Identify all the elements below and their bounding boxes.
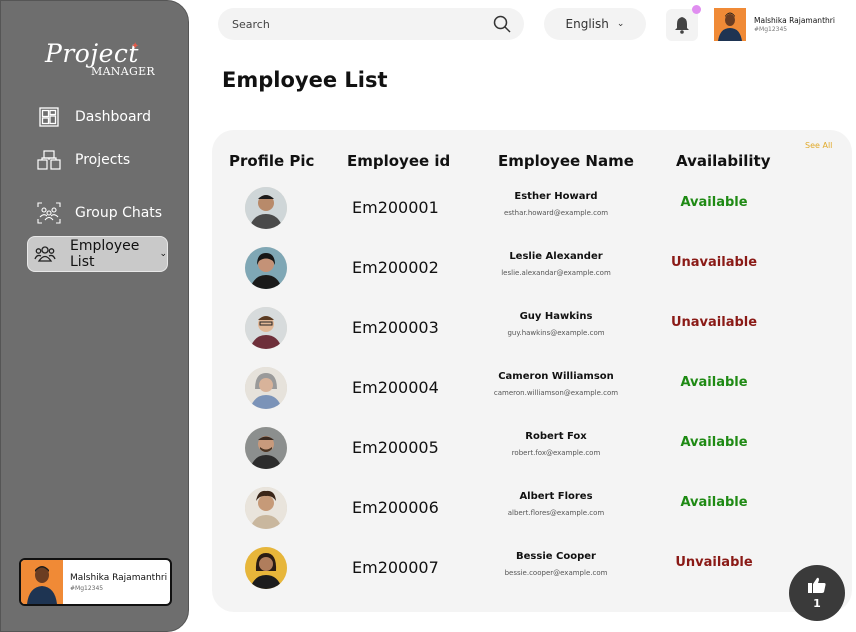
table-row[interactable]: Em200002 Leslie Alexander leslie.alexand… (212, 247, 852, 307)
search-icon[interactable] (492, 14, 512, 38)
avatar (245, 187, 287, 229)
like-count: 1 (813, 597, 821, 610)
sidebar-item-dashboard[interactable]: Dashboard (27, 99, 151, 135)
employee-id: Em200004 (352, 378, 439, 397)
availability-status: Available (680, 375, 748, 390)
column-header-employee-id: Employee id (347, 152, 451, 170)
avatar (245, 307, 287, 349)
employee-email: esthar.howard@example.com (503, 209, 609, 217)
app-logo[interactable]: Project ✦ MANAGER (45, 39, 155, 83)
employee-name: Leslie Alexander (509, 251, 603, 262)
table-row[interactable]: Em200004 Cameron Williamson cameron.will… (212, 367, 852, 427)
avatar (21, 560, 63, 604)
employee-name: Bessie Cooper (516, 551, 596, 562)
avatar (245, 427, 287, 469)
logo-text: Project (45, 39, 139, 68)
search-input[interactable] (232, 17, 482, 31)
sidebar-item-label: Projects (75, 152, 131, 168)
notifications-button[interactable] (666, 5, 701, 41)
availability-status: Available (680, 435, 748, 450)
logo-subtext: MANAGER (91, 65, 155, 78)
user-id: #Mg12345 (754, 25, 788, 33)
availability-status: Available (680, 195, 748, 210)
sidebar-item-label: Employee List (70, 238, 140, 270)
column-header-employee-name: Employee Name (498, 152, 634, 170)
avatar (245, 547, 287, 589)
employee-list-icon (34, 242, 56, 266)
notification-dot (692, 5, 701, 14)
table-row[interactable]: Em200001 Esther Howard esthar.howard@exa… (212, 187, 852, 247)
employee-email: cameron.williamson@example.com (493, 389, 619, 397)
user-id: #Mg12345 (70, 584, 104, 592)
chevron-down-icon: ⌄ (616, 19, 625, 29)
sidebar-user-card[interactable]: Malshika Rajamanthri #Mg12345 (19, 558, 172, 606)
employee-name: Albert Flores (519, 491, 593, 502)
sidebar-item-projects[interactable]: Projects (27, 142, 130, 178)
avatar (245, 367, 287, 409)
employee-name: Esther Howard (514, 191, 598, 202)
sidebar-item-group-chats[interactable]: Group Chats (27, 195, 162, 231)
employee-id: Em200002 (352, 258, 439, 277)
projects-icon (37, 148, 61, 172)
employee-id: Em200003 (352, 318, 439, 337)
column-header-profile-pic: Profile Pic (229, 152, 315, 170)
language-select[interactable]: English ⌄ (544, 8, 646, 40)
availability-status: Unavailable (670, 315, 758, 330)
logo-mark-icon: ✦ (131, 41, 140, 52)
avatar (245, 487, 287, 529)
availability-status: Unavailable (670, 255, 758, 270)
availability-status: Available (680, 495, 748, 510)
employee-email: bessie.cooper@example.com (504, 569, 608, 577)
employee-name: Robert Fox (525, 431, 587, 442)
page: Project ✦ MANAGER Dashboard Projects Gro… (0, 0, 856, 632)
employee-email: guy.hawkins@example.com (507, 329, 605, 337)
language-label: English (565, 17, 609, 31)
employee-email: leslie.alexandar@example.com (501, 269, 611, 277)
employee-email: robert.fox@example.com (511, 449, 601, 457)
dashboard-icon (37, 105, 61, 129)
sidebar: Project ✦ MANAGER Dashboard Projects Gro… (0, 0, 189, 632)
sidebar-item-label: Dashboard (75, 109, 151, 125)
like-button[interactable]: 1 (789, 565, 845, 621)
employee-id: Em200007 (352, 558, 439, 577)
header-user[interactable]: Malshika Rajamanthri #Mg12345 (714, 7, 854, 41)
page-title: Employee List (222, 68, 388, 92)
table-row[interactable]: Em200003 Guy Hawkins guy.hawkins@example… (212, 307, 852, 367)
user-name: Malshika Rajamanthri (70, 572, 168, 583)
thumbs-up-icon (808, 577, 826, 593)
employee-id: Em200006 (352, 498, 439, 517)
table-row[interactable]: Em200005 Robert Fox robert.fox@example.c… (212, 427, 852, 487)
table-row[interactable]: Em200006 Albert Flores albert.flores@exa… (212, 487, 852, 547)
employee-email: albert.flores@example.com (507, 509, 605, 517)
sidebar-item-employee-list[interactable]: Employee List ⌄ (27, 236, 168, 272)
employee-id: Em200005 (352, 438, 439, 457)
search-bar[interactable] (218, 8, 524, 40)
employee-name: Guy Hawkins (519, 311, 593, 322)
availability-status: Unvailable (675, 555, 753, 570)
sidebar-item-label: Group Chats (75, 205, 163, 221)
group-chats-icon (37, 201, 61, 225)
user-name: Malshika Rajamanthri (754, 15, 835, 25)
avatar (245, 247, 287, 289)
avatar (714, 7, 746, 41)
employee-name: Cameron Williamson (498, 371, 614, 382)
chevron-down-icon: ⌄ (159, 249, 167, 259)
see-all-link[interactable]: See All (805, 141, 832, 150)
bell-icon (675, 17, 689, 34)
employee-id: Em200001 (352, 198, 439, 217)
table-row[interactable]: Em200007 Bessie Cooper bessie.cooper@exa… (212, 547, 852, 607)
column-header-availability: Availability (676, 152, 771, 170)
